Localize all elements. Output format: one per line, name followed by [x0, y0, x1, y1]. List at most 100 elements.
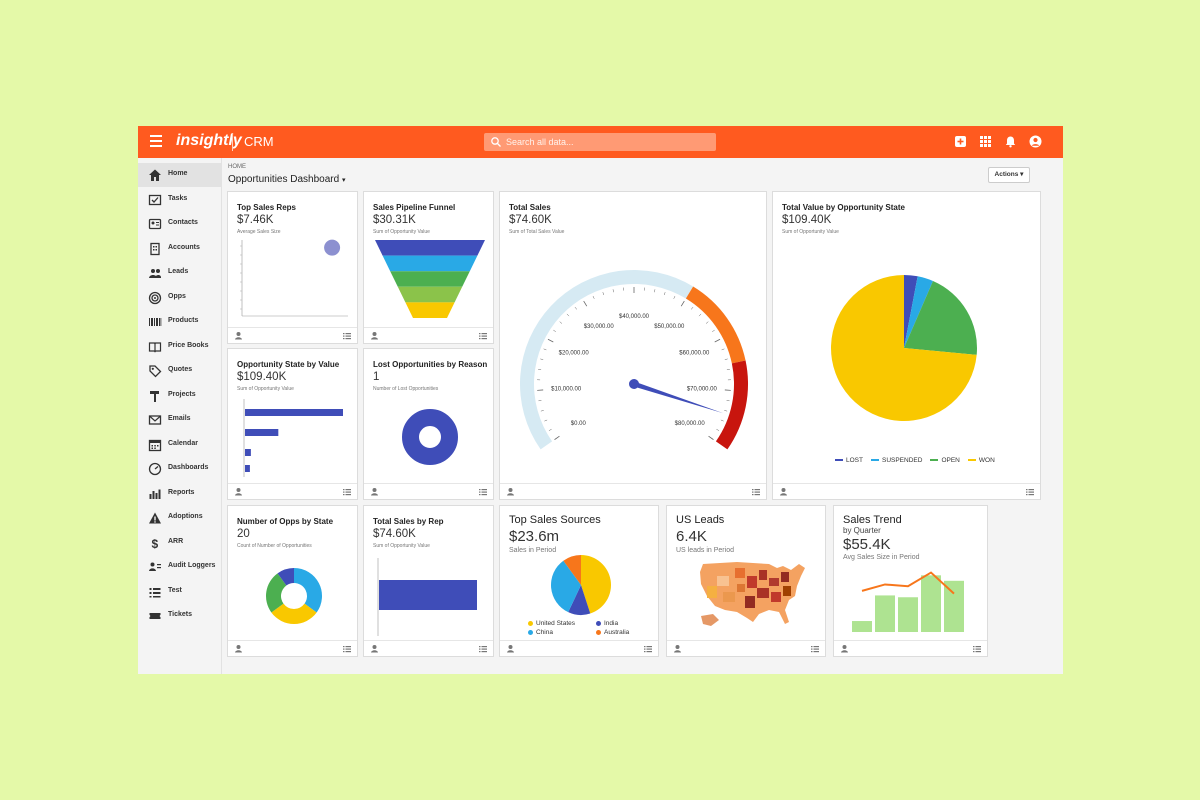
bar[interactable] [245, 465, 250, 472]
user-icon[interactable] [234, 487, 243, 496]
list-icon[interactable] [479, 645, 487, 653]
card-lost-opportunities[interactable]: Lost Opportunities by Reason 1 Number of… [363, 348, 494, 500]
bar[interactable] [852, 621, 872, 632]
list-icon[interactable] [811, 645, 819, 653]
funnel-stage[interactable] [405, 302, 455, 318]
sidebar-item-label: Quotes [168, 366, 193, 373]
legend-item[interactable]: China [528, 628, 596, 637]
sidebar-item-tickets[interactable]: Tickets [138, 604, 222, 628]
top-sources-pie [551, 555, 611, 615]
bar[interactable] [875, 595, 895, 632]
legend-item[interactable]: WON [967, 457, 995, 464]
sidebar-item-test[interactable]: Test [138, 580, 222, 604]
legend-item[interactable]: India [596, 619, 618, 628]
sidebar-item-projects[interactable]: Projects [138, 384, 222, 408]
card-sales-trend[interactable]: Sales Trend by Quarter $55.4K Avg Sales … [833, 505, 988, 657]
search-input[interactable] [506, 134, 706, 150]
card-total-value-by-state[interactable]: Total Value by Opportunity State $109.40… [772, 191, 1041, 500]
gauge-tick [566, 313, 570, 317]
card-total-sales-by-rep[interactable]: Total Sales by Rep $74.60K Sum of Opport… [363, 505, 494, 657]
add-icon[interactable] [954, 135, 967, 148]
card-us-leads[interactable]: US Leads 6.4K US leads in Period [666, 505, 826, 657]
sidebar-item-reports[interactable]: Reports [138, 482, 222, 506]
bell-icon[interactable] [1004, 135, 1017, 148]
list-icon[interactable] [479, 332, 487, 340]
breadcrumb[interactable]: HOME [228, 164, 246, 170]
svg-text:$: $ [152, 537, 159, 550]
sidebar-item-emails[interactable]: Emails [138, 408, 222, 432]
sidebar-item-home[interactable]: Home [138, 163, 222, 187]
bar[interactable] [245, 409, 343, 416]
bar[interactable] [245, 429, 279, 436]
menu-icon[interactable] [150, 135, 162, 147]
ticket-icon [149, 613, 161, 619]
funnel-stage[interactable] [375, 240, 485, 256]
sidebar-item-dashboards[interactable]: Dashboards [138, 457, 222, 481]
user-icon[interactable] [234, 644, 243, 653]
sidebar-item-tasks[interactable]: Tasks [138, 188, 222, 212]
legend-item[interactable]: SUSPENDED [870, 457, 922, 464]
sales-pipeline-funnel-chart [375, 240, 485, 318]
list-icon[interactable] [752, 488, 760, 496]
sidebar-item-accounts[interactable]: Accounts [138, 237, 222, 261]
page-title: Opportunities Dashboard [228, 174, 340, 185]
user-avatar-icon[interactable] [1029, 135, 1042, 148]
user-icon[interactable] [673, 644, 682, 653]
sidebar-item-quotes[interactable]: Quotes [138, 359, 222, 383]
card-title: Top Sales Sources [509, 514, 601, 526]
user-icon[interactable] [370, 644, 379, 653]
card-value: 1 [373, 371, 380, 383]
list-icon[interactable] [343, 488, 351, 496]
list-icon[interactable] [479, 488, 487, 496]
legend-item[interactable]: United States [528, 619, 596, 628]
card-top-sales-reps[interactable]: Top Sales Reps $7.46K Average Sales Size [227, 191, 358, 344]
user-icon[interactable] [370, 487, 379, 496]
user-icon[interactable] [506, 644, 515, 653]
sidebar-item-adoptions[interactable]: Adoptions [138, 506, 222, 530]
user-icon[interactable] [370, 331, 379, 340]
sidebar-item-products[interactable]: Products [138, 310, 222, 334]
user-icon[interactable] [234, 331, 243, 340]
legend-item[interactable]: LOST [835, 457, 863, 464]
bar[interactable] [921, 575, 941, 632]
user-icon[interactable] [506, 487, 515, 496]
list-icon[interactable] [973, 645, 981, 653]
sidebar-item-price-books[interactable]: Price Books [138, 335, 222, 359]
sidebar-item-label: Adoptions [168, 513, 203, 520]
card-top-sales-sources[interactable]: Top Sales Sources $23.6m Sales in Period… [499, 505, 659, 657]
legend-item[interactable]: OPEN [930, 457, 960, 464]
sidebar-item-arr[interactable]: $ ARR [138, 531, 222, 555]
funnel-stage[interactable] [382, 255, 478, 272]
bar[interactable] [245, 449, 251, 456]
sidebar-item-audit-loggers[interactable]: Audit Loggers [138, 555, 222, 579]
funnel-stage[interactable] [390, 271, 470, 287]
apps-grid-icon[interactable] [979, 135, 992, 148]
list-icon[interactable] [343, 332, 351, 340]
card-number-of-opps-by-state[interactable]: Number of Opps by State 20 Count of Numb… [227, 505, 358, 657]
user-icon[interactable] [779, 487, 788, 496]
bar[interactable] [379, 580, 477, 610]
scatter-point[interactable] [324, 239, 341, 256]
actions-button[interactable]: Actions ▾ [988, 167, 1030, 183]
pie-slice[interactable] [294, 568, 322, 613]
card-opportunity-state-by-value[interactable]: Opportunity State by Value $109.40K Sum … [227, 348, 358, 500]
total-sales-rep-bars [377, 558, 477, 636]
user-icon[interactable] [840, 644, 849, 653]
sidebar-item-opps[interactable]: Opps [138, 286, 222, 310]
list-icon[interactable] [644, 645, 652, 653]
bar[interactable] [898, 597, 918, 632]
sidebar-item-leads[interactable]: Leads [138, 261, 222, 285]
sidebar-item-calendar[interactable]: Calendar [138, 433, 222, 457]
sidebar-item-contacts[interactable]: Contacts [138, 212, 222, 236]
list-icon[interactable] [1026, 488, 1034, 496]
dashboard-title-dropdown[interactable]: Opportunities Dashboard ▾ [228, 174, 345, 185]
search-bar[interactable] [484, 133, 716, 151]
donut-slice[interactable] [402, 409, 458, 465]
funnel-stage[interactable] [397, 286, 463, 303]
lost-opps-donut [402, 409, 458, 465]
card-title: Number of Opps by State [237, 517, 334, 526]
card-sales-pipeline-funnel[interactable]: Sales Pipeline Funnel $30.31K Sum of Opp… [363, 191, 494, 344]
legend-item[interactable]: Australia [596, 628, 629, 637]
list-icon[interactable] [343, 645, 351, 653]
card-total-sales[interactable]: Total Sales $74.60K Sum of Total Sales V… [499, 191, 767, 500]
